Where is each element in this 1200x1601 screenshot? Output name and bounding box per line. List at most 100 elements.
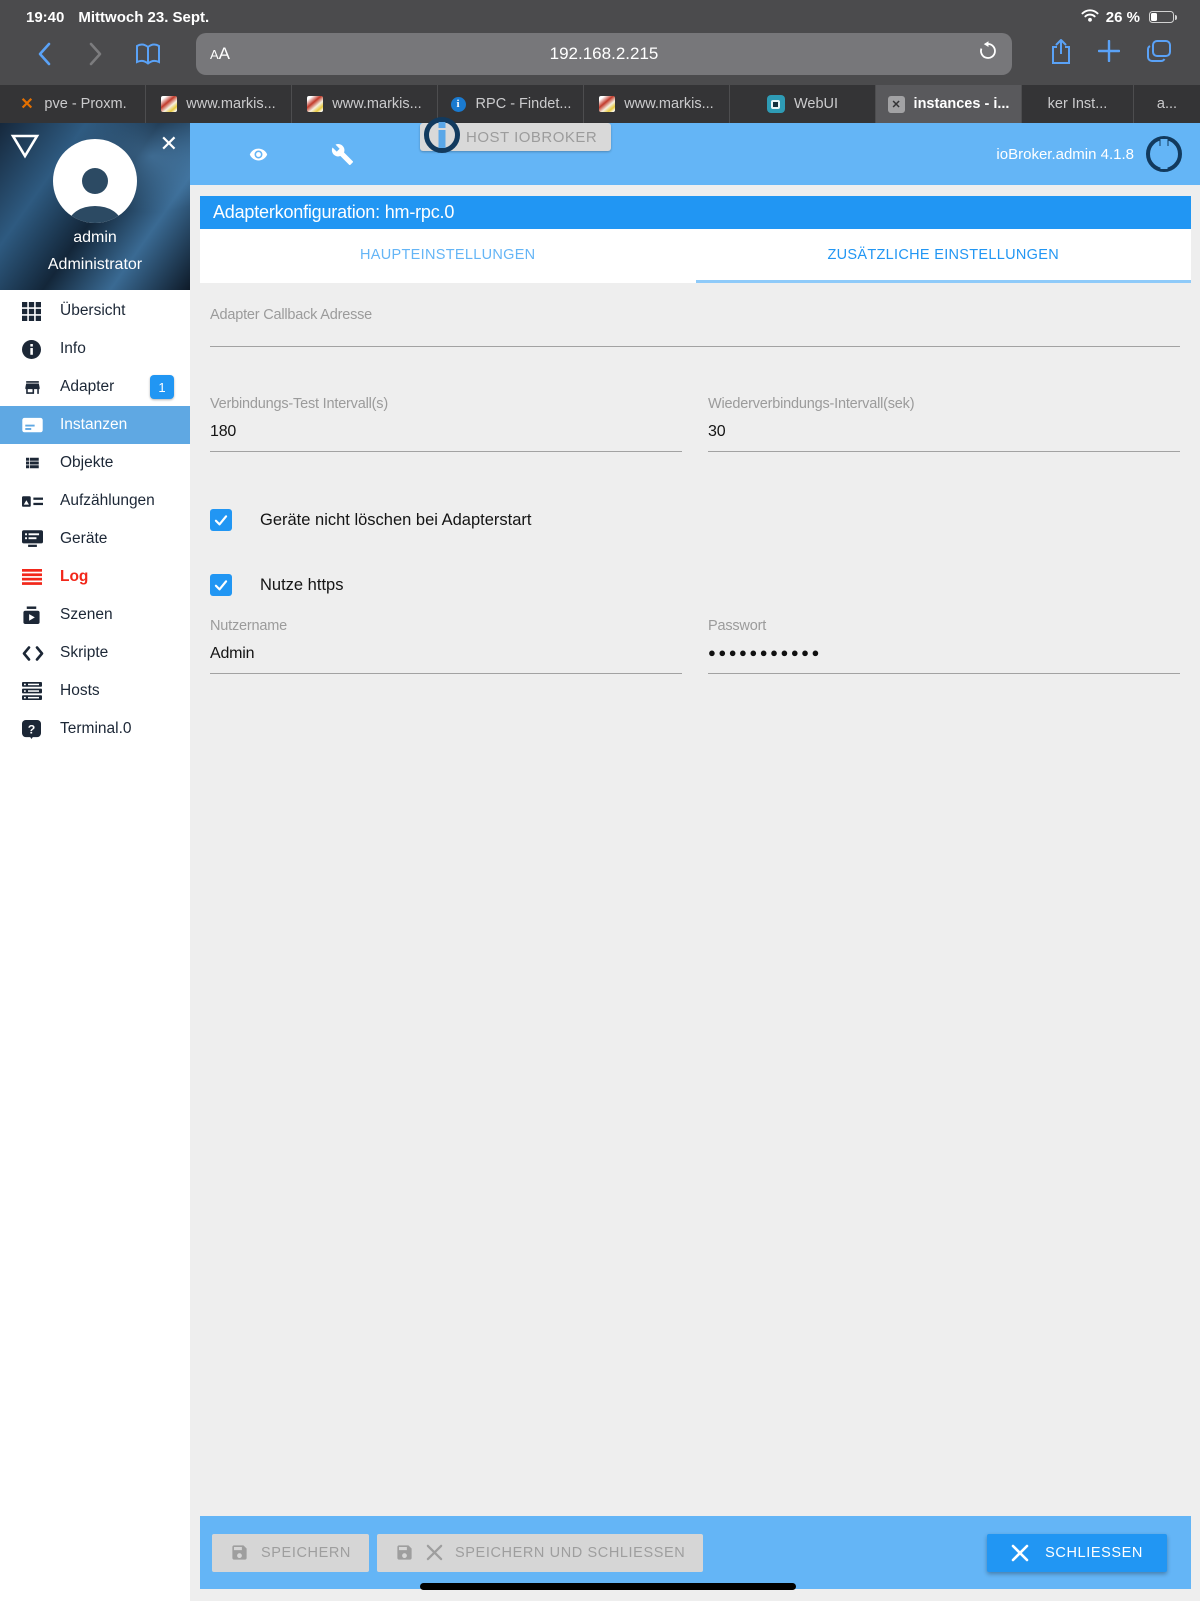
user-name: admin xyxy=(73,229,117,246)
store-icon xyxy=(22,377,46,397)
test-interval-field[interactable]: Verbindungs-Test Intervall(s) 180 xyxy=(210,396,682,452)
terminal-icon: ? xyxy=(22,719,46,739)
sidebar-item-szenen[interactable]: Szenen xyxy=(0,596,190,634)
settings-form: Adapter Callback Adresse Verbindungs-Tes… xyxy=(190,283,1200,674)
save-button[interactable]: SPEICHERN xyxy=(212,1533,369,1572)
iobroker-sidebar: ✕ admin Administrator Übersicht Info Ada… xyxy=(0,123,190,1601)
close-icon xyxy=(426,1544,443,1561)
browser-tab-partial[interactable]: a... xyxy=(1134,85,1200,123)
safari-toolbar: AA 192.168.2.215 xyxy=(0,30,1200,85)
save-icon xyxy=(397,1545,412,1560)
eye-icon[interactable] xyxy=(236,145,280,164)
date: Mittwoch 23. Sept. xyxy=(78,8,210,26)
scenes-icon xyxy=(22,605,46,625)
browser-tab-strip: ✕ pve - Proxm. www.markis... www.markis.… xyxy=(0,85,1200,123)
callback-address-label: Adapter Callback Adresse xyxy=(210,307,373,323)
wrench-icon[interactable] xyxy=(320,143,364,166)
dont-delete-devices-row: Geräte nicht löschen bei Adapterstart xyxy=(210,509,1180,531)
sidebar-item-uebersicht[interactable]: Übersicht xyxy=(0,292,190,330)
password-field[interactable]: Passwort ●●●●●●●●●●● xyxy=(708,618,1180,674)
share-icon[interactable] xyxy=(1050,38,1072,70)
webui-favicon xyxy=(766,95,785,113)
browser-tab-proxmox[interactable]: ✕ pve - Proxm. xyxy=(0,85,146,123)
test-interval-value[interactable]: 180 xyxy=(210,423,682,442)
username-field[interactable]: Nutzername Admin xyxy=(210,618,682,674)
scripts-icon xyxy=(22,643,46,663)
person-icon xyxy=(69,168,121,223)
markise-favicon xyxy=(161,96,178,112)
password-value[interactable]: ●●●●●●●●●●● xyxy=(708,645,1180,664)
tab-haupteinstellungen[interactable]: HAUPTEINSTELLUNGEN xyxy=(200,229,696,283)
ios-status-bar: 19:40 Mittwoch 23. Sept. 26 % xyxy=(0,0,1200,30)
home-indicator[interactable] xyxy=(420,1583,796,1590)
adapter-count-badge: 1 xyxy=(150,375,174,399)
close-icon xyxy=(1011,1544,1029,1561)
back-button[interactable] xyxy=(22,34,66,74)
browser-tab-iobroker[interactable]: ker Inst... xyxy=(1022,85,1134,123)
sidebar-item-terminal[interactable]: ? Terminal.0 xyxy=(0,710,190,748)
sidebar-item-hosts[interactable]: Hosts xyxy=(0,672,190,710)
reload-button[interactable] xyxy=(978,41,998,66)
info-icon xyxy=(22,339,46,359)
callback-address-field[interactable]: Adapter Callback Adresse xyxy=(210,307,1180,347)
tab-overview-icon[interactable] xyxy=(1146,39,1172,68)
browser-tab-instances[interactable]: ✕ instances - i... xyxy=(876,85,1022,123)
close-button[interactable]: SCHLIESSEN xyxy=(987,1533,1167,1572)
browser-tab-webui[interactable]: WebUI xyxy=(730,85,876,123)
username-value[interactable]: Admin xyxy=(210,645,682,664)
iobroker-header: HOST IOBROKER ioBroker.admin 4.1.8 xyxy=(190,117,1200,185)
sidebar-item-geraete[interactable]: Geräte xyxy=(0,520,190,558)
callback-address-value[interactable] xyxy=(210,329,1180,337)
enum-icon xyxy=(22,491,46,511)
proxmox-favicon: ✕ xyxy=(20,96,34,113)
sidebar-item-skripte[interactable]: Skripte xyxy=(0,634,190,672)
wifi-icon xyxy=(1081,8,1099,26)
grid-icon xyxy=(22,301,46,321)
sidebar-item-log[interactable]: Log xyxy=(0,558,190,596)
save-and-close-button[interactable]: SPEICHERN UND SCHLIESSEN xyxy=(377,1533,704,1572)
dialog-tabs: HAUPTEINSTELLUNGEN ZUSÄTZLICHE EINSTELLU… xyxy=(200,229,1191,283)
sidebar-menu: Übersicht Info Adapter 1 Instanzen Objek… xyxy=(0,290,190,748)
save-icon xyxy=(232,1545,247,1560)
username-label: Nutzername xyxy=(210,618,287,634)
info-favicon: i xyxy=(450,96,466,112)
hosts-icon xyxy=(22,681,46,701)
tab-zusaetzliche-einstellungen[interactable]: ZUSÄTZLICHE EINSTELLUNGEN xyxy=(695,229,1191,283)
reconnect-interval-value[interactable]: 30 xyxy=(708,423,1180,442)
use-https-checkbox[interactable] xyxy=(210,574,232,596)
browser-tab-markise-3[interactable]: www.markis... xyxy=(584,85,730,123)
close-drawer-icon[interactable]: ✕ xyxy=(160,133,178,155)
address-bar[interactable]: AA 192.168.2.215 xyxy=(196,32,1012,75)
battery-percent: 26 % xyxy=(1105,8,1140,26)
sidebar-item-objekte[interactable]: Objekte xyxy=(0,444,190,482)
admin-version: ioBroker.admin 4.1.8 xyxy=(996,145,1134,163)
instances-icon xyxy=(22,415,46,435)
browser-tab-rpc[interactable]: i RPC - Findet... xyxy=(438,85,584,123)
browser-tab-markise-1[interactable]: www.markis... xyxy=(146,85,292,123)
sidebar-item-instanzen[interactable]: Instanzen xyxy=(0,406,190,444)
url-text: 192.168.2.215 xyxy=(549,43,659,63)
dialog-title: Adapterkonfiguration: hm-rpc.0 xyxy=(200,196,1191,229)
dont-delete-devices-checkbox[interactable] xyxy=(210,509,232,531)
reconnect-interval-label: Wiederverbindungs-Intervall(sek) xyxy=(708,396,915,412)
forward-button[interactable] xyxy=(74,34,118,74)
host-iobroker-button[interactable]: HOST IOBROKER xyxy=(420,117,612,153)
iobroker-logo-icon xyxy=(424,117,460,153)
battery-icon xyxy=(1149,11,1177,23)
iobroker-logo-icon xyxy=(1146,136,1182,172)
avatar xyxy=(53,139,137,223)
sidebar-item-adapter[interactable]: Adapter 1 xyxy=(0,368,190,406)
browser-tab-markise-2[interactable]: www.markis... xyxy=(292,85,438,123)
close-tab-icon[interactable]: ✕ xyxy=(887,95,905,113)
reconnect-interval-field[interactable]: Wiederverbindungs-Intervall(sek) 30 xyxy=(708,396,1180,452)
sidebar-item-info[interactable]: Info xyxy=(0,330,190,368)
password-label: Passwort xyxy=(708,618,767,634)
svg-text:?: ? xyxy=(28,722,36,736)
bookmarks-icon[interactable] xyxy=(126,34,170,74)
test-interval-label: Verbindungs-Test Intervall(s) xyxy=(210,396,388,412)
clock: 19:40 xyxy=(26,8,65,26)
safari-chrome: 19:40 Mittwoch 23. Sept. 26 % AA 192.168… xyxy=(0,0,1200,85)
sidebar-item-aufzaehlungen[interactable]: Aufzählungen xyxy=(0,482,190,520)
new-tab-icon[interactable] xyxy=(1097,39,1121,67)
iobroker-content: HOST IOBROKER ioBroker.admin 4.1.8 Adapt… xyxy=(190,117,1200,1601)
